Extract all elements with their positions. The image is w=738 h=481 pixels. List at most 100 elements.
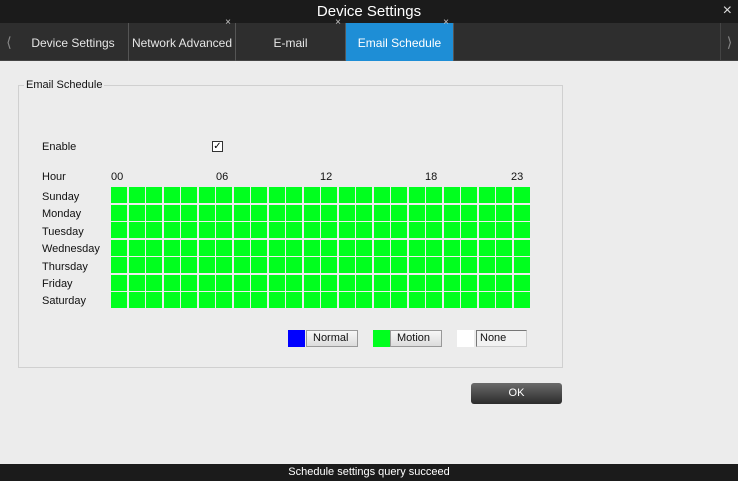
schedule-cell[interactable] — [461, 274, 477, 291]
schedule-cell[interactable] — [513, 257, 530, 273]
schedule-cell[interactable] — [426, 274, 442, 291]
close-icon[interactable]: × — [723, 2, 732, 20]
schedule-cell[interactable] — [443, 257, 460, 273]
schedule-cell[interactable] — [391, 239, 407, 256]
schedule-cell[interactable] — [408, 204, 425, 221]
schedule-cell[interactable] — [216, 204, 232, 221]
schedule-cell[interactable] — [198, 187, 215, 203]
schedule-cell[interactable] — [251, 187, 267, 203]
schedule-cell[interactable] — [426, 257, 442, 273]
schedule-cell[interactable] — [443, 274, 460, 291]
schedule-cell[interactable] — [286, 204, 302, 221]
schedule-cell[interactable] — [163, 292, 180, 308]
schedule-cell[interactable] — [513, 292, 530, 308]
schedule-cell[interactable] — [268, 204, 285, 221]
schedule-cell[interactable] — [513, 274, 530, 291]
schedule-cell[interactable] — [146, 187, 162, 203]
schedule-cell[interactable] — [391, 204, 407, 221]
schedule-cell[interactable] — [461, 204, 477, 221]
tab-email[interactable]: E-mail × — [236, 17, 346, 61]
schedule-cell[interactable] — [391, 274, 407, 291]
schedule-cell[interactable] — [338, 257, 355, 273]
schedule-cell[interactable] — [461, 187, 477, 203]
schedule-cell[interactable] — [198, 204, 215, 221]
schedule-cell[interactable] — [321, 239, 337, 256]
schedule-cell[interactable] — [303, 222, 320, 238]
schedule-cell[interactable] — [216, 292, 232, 308]
schedule-cell[interactable] — [356, 274, 372, 291]
schedule-cell[interactable] — [268, 222, 285, 238]
schedule-cell[interactable] — [373, 239, 390, 256]
schedule-cell[interactable] — [321, 204, 337, 221]
schedule-cell[interactable] — [426, 292, 442, 308]
schedule-cell[interactable] — [461, 292, 477, 308]
schedule-cell[interactable] — [233, 222, 250, 238]
schedule-cell[interactable] — [146, 292, 162, 308]
schedule-cell[interactable] — [356, 292, 372, 308]
ok-button[interactable]: OK — [471, 383, 562, 404]
schedule-cell[interactable] — [338, 274, 355, 291]
schedule-cell[interactable] — [443, 204, 460, 221]
schedule-cell[interactable] — [461, 222, 477, 238]
schedule-cell[interactable] — [338, 239, 355, 256]
schedule-cell[interactable] — [163, 187, 180, 203]
schedule-cell[interactable] — [198, 274, 215, 291]
schedule-cell[interactable] — [286, 274, 302, 291]
schedule-cell[interactable] — [286, 239, 302, 256]
tab-network-advanced[interactable]: Network Advanced × — [129, 17, 236, 61]
enable-checkbox[interactable]: ✓ — [212, 141, 223, 152]
schedule-cell[interactable] — [443, 187, 460, 203]
schedule-cell[interactable] — [163, 204, 180, 221]
tab-email-schedule[interactable]: Email Schedule × — [346, 17, 454, 61]
schedule-cell[interactable] — [321, 257, 337, 273]
schedule-cell[interactable] — [233, 187, 250, 203]
schedule-cell[interactable] — [268, 274, 285, 291]
schedule-cell[interactable] — [426, 222, 442, 238]
schedule-cell[interactable] — [443, 292, 460, 308]
schedule-cell[interactable] — [478, 204, 495, 221]
schedule-cell[interactable] — [303, 187, 320, 203]
schedule-cell[interactable] — [496, 257, 512, 273]
schedule-cell[interactable] — [111, 222, 127, 238]
schedule-cell[interactable] — [496, 239, 512, 256]
schedule-cell[interactable] — [461, 239, 477, 256]
schedule-cell[interactable] — [181, 274, 197, 291]
schedule-cell[interactable] — [233, 257, 250, 273]
legend-swatch-none[interactable] — [457, 330, 474, 347]
schedule-cell[interactable] — [496, 292, 512, 308]
schedule-cell[interactable] — [216, 187, 232, 203]
schedule-cell[interactable] — [111, 292, 127, 308]
schedule-cell[interactable] — [251, 204, 267, 221]
schedule-cell[interactable] — [373, 222, 390, 238]
legend-swatch-motion[interactable] — [373, 330, 390, 347]
schedule-cell[interactable] — [496, 274, 512, 291]
schedule-cell[interactable] — [496, 204, 512, 221]
schedule-cell[interactable] — [146, 257, 162, 273]
schedule-cell[interactable] — [513, 222, 530, 238]
schedule-cell[interactable] — [408, 239, 425, 256]
schedule-cell[interactable] — [373, 257, 390, 273]
schedule-cell[interactable] — [373, 187, 390, 203]
schedule-cell[interactable] — [198, 239, 215, 256]
schedule-cell[interactable] — [426, 187, 442, 203]
legend-swatch-normal[interactable] — [288, 330, 305, 347]
schedule-cell[interactable] — [478, 222, 495, 238]
schedule-cell[interactable] — [286, 292, 302, 308]
schedule-cell[interactable] — [181, 187, 197, 203]
schedule-cell[interactable] — [181, 239, 197, 256]
schedule-cell[interactable] — [128, 187, 145, 203]
schedule-cell[interactable] — [461, 257, 477, 273]
schedule-cell[interactable] — [426, 239, 442, 256]
schedule-cell[interactable] — [233, 204, 250, 221]
schedule-cell[interactable] — [496, 187, 512, 203]
schedule-cell[interactable] — [478, 239, 495, 256]
schedule-cell[interactable] — [128, 239, 145, 256]
schedule-cell[interactable] — [391, 257, 407, 273]
schedule-cell[interactable] — [128, 222, 145, 238]
motion-button[interactable]: Motion — [390, 330, 442, 347]
schedule-cell[interactable] — [146, 222, 162, 238]
schedule-cell[interactable] — [146, 274, 162, 291]
schedule-cell[interactable] — [321, 187, 337, 203]
schedule-cell[interactable] — [496, 222, 512, 238]
tab-close-icon[interactable]: × — [225, 11, 231, 35]
